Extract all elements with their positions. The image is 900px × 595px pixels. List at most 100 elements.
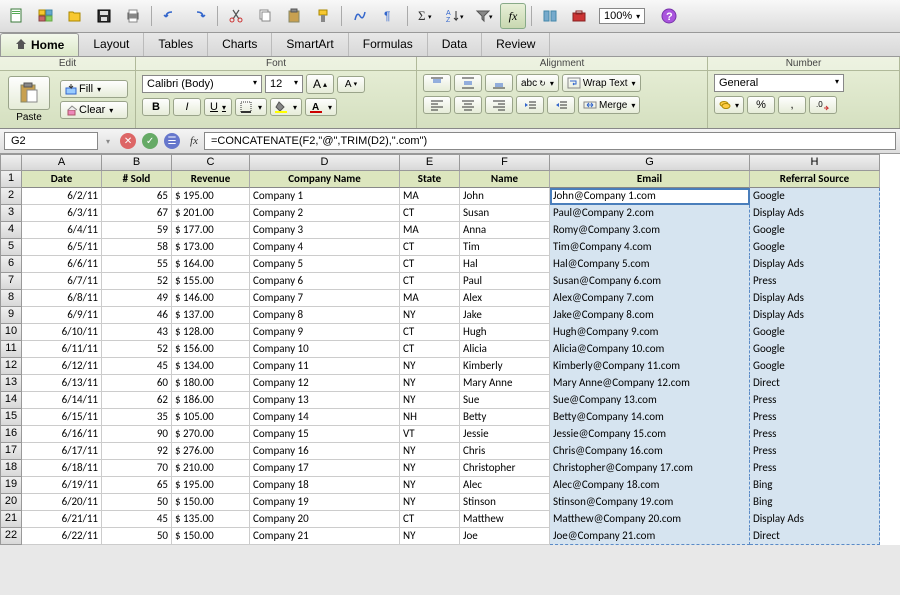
tab-formulas[interactable]: Formulas (349, 33, 428, 56)
cell-G13[interactable]: Mary Anne@Company 12.com (550, 375, 750, 392)
row-header-5[interactable]: 5 (0, 239, 22, 256)
cell-F11[interactable]: Alicia (460, 341, 550, 358)
cell-D18[interactable]: Company 17 (250, 460, 400, 477)
col-header-D[interactable]: D (250, 154, 400, 171)
row-header-19[interactable]: 19 (0, 477, 22, 494)
cell-D5[interactable]: Company 4 (250, 239, 400, 256)
cell-A15[interactable]: 6/15/11 (22, 409, 102, 426)
row-header-2[interactable]: 2 (0, 188, 22, 205)
row-header-7[interactable]: 7 (0, 273, 22, 290)
tab-charts[interactable]: Charts (208, 33, 272, 56)
cell-E4[interactable]: MA (400, 222, 460, 239)
cell-G16[interactable]: Jessie@Company 15.com (550, 426, 750, 443)
number-format-select[interactable]: General▾ (714, 74, 844, 92)
cell-G18[interactable]: Christopher@Company 17.com (550, 460, 750, 477)
font-color-button[interactable]: A▾ (305, 98, 337, 116)
col-header-F[interactable]: F (460, 154, 550, 171)
sum-icon[interactable]: Σ▾ (413, 3, 439, 29)
orientation-button[interactable]: abc↻▾ (516, 74, 559, 92)
cell-B18[interactable]: 70 (102, 460, 172, 477)
cell-A7[interactable]: 6/7/11 (22, 273, 102, 290)
cell-G20[interactable]: Stinson@Company 19.com (550, 494, 750, 511)
cell-E20[interactable]: NY (400, 494, 460, 511)
cell-F18[interactable]: Christopher (460, 460, 550, 477)
cell-C18[interactable]: $ 210.00 (172, 460, 250, 477)
copy-icon[interactable] (252, 3, 278, 29)
cell-H19[interactable]: Bing (750, 477, 880, 494)
cell-G4[interactable]: Romy@Company 3.com (550, 222, 750, 239)
cell-G5[interactable]: Tim@Company 4.com (550, 239, 750, 256)
cell-B2[interactable]: 65 (102, 188, 172, 205)
cell-D10[interactable]: Company 9 (250, 324, 400, 341)
cell-G15[interactable]: Betty@Company 14.com (550, 409, 750, 426)
row-header-6[interactable]: 6 (0, 256, 22, 273)
cell-D15[interactable]: Company 14 (250, 409, 400, 426)
cell-D19[interactable]: Company 18 (250, 477, 400, 494)
cell-E10[interactable]: CT (400, 324, 460, 341)
cell-G17[interactable]: Chris@Company 16.com (550, 443, 750, 460)
row-header-13[interactable]: 13 (0, 375, 22, 392)
header-cell[interactable]: Revenue (172, 171, 250, 188)
row-header-10[interactable]: 10 (0, 324, 22, 341)
row-header-17[interactable]: 17 (0, 443, 22, 460)
cell-B22[interactable]: 50 (102, 528, 172, 545)
cell-E17[interactable]: NY (400, 443, 460, 460)
cell-C8[interactable]: $ 146.00 (172, 290, 250, 307)
fx-icon[interactable]: fx (500, 3, 526, 29)
cell-H9[interactable]: Display Ads (750, 307, 880, 324)
row-header-14[interactable]: 14 (0, 392, 22, 409)
cell-D9[interactable]: Company 8 (250, 307, 400, 324)
cell-A21[interactable]: 6/21/11 (22, 511, 102, 528)
cell-E15[interactable]: NH (400, 409, 460, 426)
cell-F16[interactable]: Jessie (460, 426, 550, 443)
help-icon[interactable]: ? (656, 3, 682, 29)
undo-icon[interactable] (157, 3, 183, 29)
sort-az-icon[interactable]: AZ▾ (442, 3, 468, 29)
filter-icon[interactable]: ▾ (471, 3, 497, 29)
cancel-formula-button[interactable]: ✕ (120, 133, 136, 149)
show-formula-icon[interactable] (537, 3, 563, 29)
cell-C10[interactable]: $ 128.00 (172, 324, 250, 341)
cell-B15[interactable]: 35 (102, 409, 172, 426)
cell-A19[interactable]: 6/19/11 (22, 477, 102, 494)
cell-D17[interactable]: Company 16 (250, 443, 400, 460)
decrease-decimal-button[interactable]: .0 (809, 96, 837, 114)
cell-D20[interactable]: Company 19 (250, 494, 400, 511)
zoom-select[interactable]: 100%▾ (599, 8, 645, 24)
header-cell[interactable]: Email (550, 171, 750, 188)
cell-B10[interactable]: 43 (102, 324, 172, 341)
cell-D12[interactable]: Company 11 (250, 358, 400, 375)
cell-F5[interactable]: Tim (460, 239, 550, 256)
align-top-button[interactable] (423, 74, 451, 92)
cell-H12[interactable]: Google (750, 358, 880, 375)
italic-button[interactable]: I (173, 98, 201, 116)
cell-B21[interactable]: 45 (102, 511, 172, 528)
cell-D13[interactable]: Company 12 (250, 375, 400, 392)
cell-H3[interactable]: Display Ads (750, 205, 880, 222)
cell-F6[interactable]: Hal (460, 256, 550, 273)
name-box[interactable]: G2 (4, 132, 98, 150)
cell-H10[interactable]: Google (750, 324, 880, 341)
cell-E5[interactable]: CT (400, 239, 460, 256)
cell-C16[interactable]: $ 270.00 (172, 426, 250, 443)
cell-B6[interactable]: 55 (102, 256, 172, 273)
cell-E14[interactable]: NY (400, 392, 460, 409)
cell-A14[interactable]: 6/14/11 (22, 392, 102, 409)
cell-B5[interactable]: 58 (102, 239, 172, 256)
col-header-A[interactable]: A (22, 154, 102, 171)
header-cell[interactable]: # Sold (102, 171, 172, 188)
cell-A20[interactable]: 6/20/11 (22, 494, 102, 511)
cell-F15[interactable]: Betty (460, 409, 550, 426)
cell-E7[interactable]: CT (400, 273, 460, 290)
cell-G12[interactable]: Kimberly@Company 11.com (550, 358, 750, 375)
cell-G8[interactable]: Alex@Company 7.com (550, 290, 750, 307)
cell-F22[interactable]: Joe (460, 528, 550, 545)
tab-layout[interactable]: Layout (79, 33, 144, 56)
cell-C20[interactable]: $ 150.00 (172, 494, 250, 511)
cell-C4[interactable]: $ 177.00 (172, 222, 250, 239)
cell-F4[interactable]: Anna (460, 222, 550, 239)
cell-B9[interactable]: 46 (102, 307, 172, 324)
cell-G22[interactable]: Joe@Company 21.com (550, 528, 750, 545)
col-header-E[interactable]: E (400, 154, 460, 171)
row-header-8[interactable]: 8 (0, 290, 22, 307)
